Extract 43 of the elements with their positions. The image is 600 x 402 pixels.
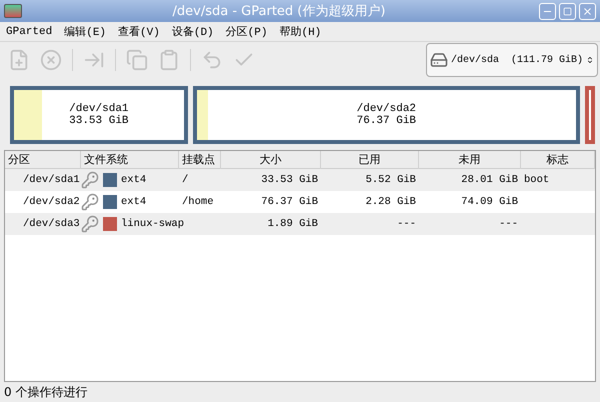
maximize-icon [563, 6, 572, 16]
status-text: 0 个操作待进行 [4, 384, 88, 400]
flags-cell-text: boot [523, 174, 550, 186]
window-title: /dev/sda - GParted (作为超级用户) [172, 3, 386, 20]
menu-item[interactable]: GParted [6, 26, 52, 38]
partition-row[interactable]: /dev/sda2 ext4 /home 76.37 GiB 2.28 GiB 74.09 GiB [5, 191, 595, 213]
used-cell-text: 2.28 GiB [364, 196, 417, 208]
dropdown-icon [586, 54, 594, 66]
filesystem-cell: ext4 [121, 174, 146, 186]
partition-label: /dev/sda1 33.53 GiB [68, 102, 130, 129]
partition-block[interactable]: /dev/sda1 33.53 GiB [10, 86, 188, 144]
mount-cell-text: /home [181, 196, 215, 208]
used-cell-text: --- [396, 218, 417, 230]
maximize-button[interactable] [559, 2, 576, 20]
partition-row[interactable]: /dev/sda3 linux-swap 1.89 GiB --- --- [5, 213, 595, 235]
filesystem-cell: linux-swap [121, 218, 184, 230]
partition-label: /dev/sda2 76.37 GiB [356, 102, 418, 129]
app-icon [4, 4, 22, 18]
partition-cell-text: /dev/sda1 [22, 174, 81, 186]
close-button[interactable] [579, 2, 596, 20]
partition-block[interactable]: /dev/sda2 76.37 GiB [192, 86, 580, 144]
menu-item[interactable]: 设备(D) [172, 24, 214, 39]
unused-cell-text: --- [498, 218, 519, 230]
size-cell-text: 76.37 GiB [260, 196, 319, 208]
unused-cell-text: 28.01 GiB [460, 174, 519, 186]
menu-item[interactable]: 查看(V) [118, 24, 160, 39]
menu-item[interactable]: 编辑(E) [64, 24, 106, 39]
hard-drive-icon [430, 51, 448, 69]
size-cell-text: 33.53 GiB [260, 174, 319, 186]
device-selector[interactable]: /dev/sda (111.79 GiB) [426, 43, 598, 77]
filesystem-cell: ext4 [121, 196, 146, 208]
minimize-button[interactable] [539, 2, 556, 20]
close-icon [582, 6, 593, 16]
mount-cell-text: / [181, 174, 190, 186]
partition-block[interactable] [585, 86, 595, 144]
partition-cell-text: /dev/sda2 [22, 196, 81, 208]
unused-cell-text: 74.09 GiB [460, 196, 519, 208]
partition-cell-text: /dev/sda3 [22, 218, 81, 230]
partition-row[interactable]: /dev/sda1 ext4 / 33.53 GiB 5.52 GiB 28.01 GiB boot [5, 169, 595, 191]
menu-item[interactable]: 分区(P) [226, 24, 268, 39]
used-cell-text: 5.52 GiB [364, 174, 417, 186]
size-cell-text: 1.89 GiB [266, 218, 319, 230]
menu-item[interactable]: 帮助(H) [279, 24, 322, 39]
